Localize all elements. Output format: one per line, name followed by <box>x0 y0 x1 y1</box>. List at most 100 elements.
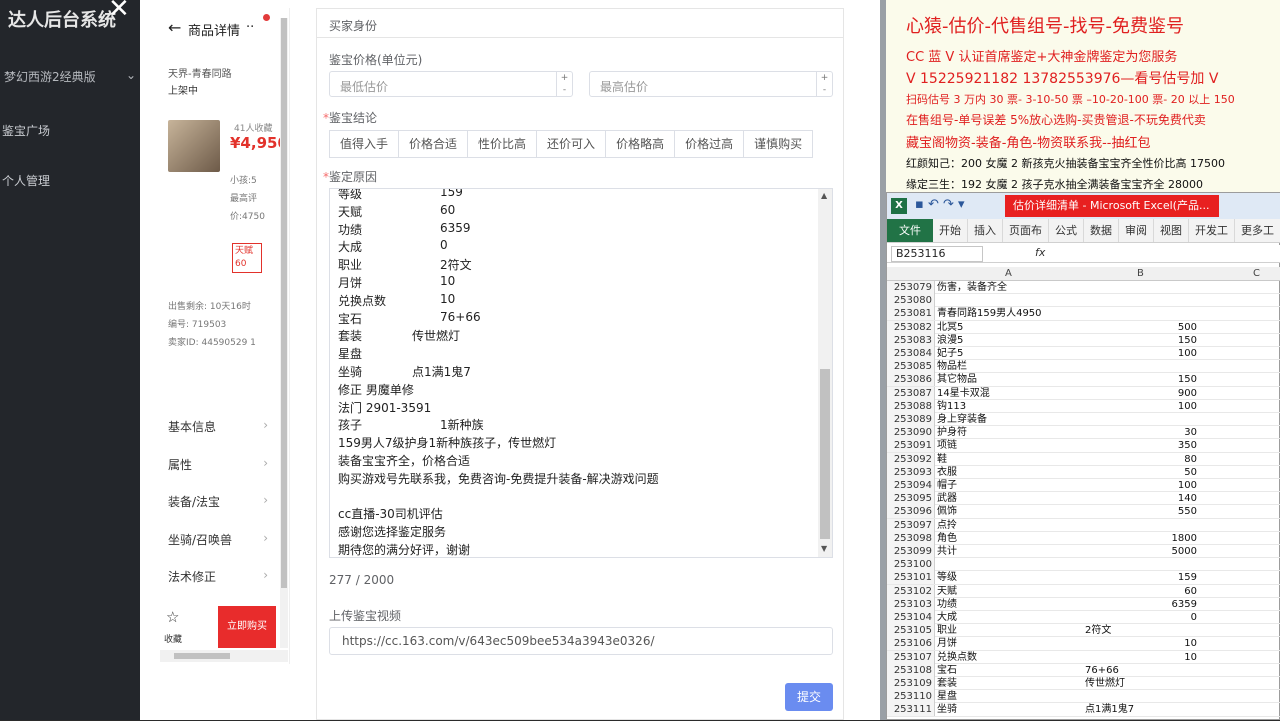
excel-window: X ▪ ↶ ↷ ▾ 估价详细清单 - Microsoft Excel(产品...… <box>886 192 1280 720</box>
cell-a: 身上穿装备 <box>937 414 987 425</box>
submit-button[interactable]: 提交 <box>785 683 833 711</box>
sheet-row[interactable]: 253104 大成 0 <box>887 611 1280 625</box>
more-icon[interactable]: ·· <box>246 20 254 35</box>
column-header-b[interactable]: B <box>1137 268 1144 279</box>
menu-spell-correction[interactable]: 法术修正 › <box>168 568 268 585</box>
sheet-row[interactable]: 253084 妃子5 100 <box>887 347 1280 361</box>
ribbon-tab[interactable]: 视图 <box>1154 219 1189 242</box>
sheet-row[interactable]: 253085 物品栏 <box>887 360 1280 374</box>
ribbon-tab[interactable]: 公式 <box>1049 219 1084 242</box>
name-box[interactable]: B253116 <box>891 246 983 262</box>
option-negotiable[interactable]: 还价可入 <box>537 131 607 157</box>
reason-line: 兑换点数 <box>338 293 387 308</box>
stepper-icon[interactable]: + - <box>556 72 572 96</box>
sheet-row[interactable]: 253082 北冥5 500 <box>887 320 1280 334</box>
close-icon[interactable]: ✕ <box>108 0 130 24</box>
cell-b-text: 76+66 <box>1085 664 1119 676</box>
row-number: 253096 <box>887 505 935 519</box>
ribbon-tab[interactable]: 数据 <box>1084 219 1119 242</box>
fx-icon[interactable]: fx <box>1035 246 1045 259</box>
sheet-row[interactable]: 253091 项链 350 <box>887 439 1280 453</box>
cell-b: 80 <box>1184 453 1197 465</box>
sheet-row[interactable]: 253097 点拎 <box>887 518 1280 532</box>
sheet-row[interactable]: 253079 伤害，装备齐全 <box>887 281 1280 295</box>
ribbon-tab[interactable]: 审阅 <box>1119 219 1154 242</box>
row-number: 253111 <box>887 703 935 717</box>
sheet-row[interactable]: 253108 宝石 76+66 <box>887 663 1280 677</box>
video-url-input[interactable]: https://cc.163.com/v/643ec509bee534a3943… <box>329 627 833 655</box>
nav-item-personal-management[interactable]: 个人管理 <box>2 172 50 189</box>
sheet-row[interactable]: 253100 <box>887 558 1280 572</box>
sheet-row[interactable]: 253109 套装 传世燃灯 <box>887 677 1280 691</box>
max-price-input[interactable]: 最高估价 + - <box>589 71 833 97</box>
sheet-row[interactable]: 253103 功绩 6359 <box>887 597 1280 611</box>
star-icon[interactable]: ☆ <box>166 608 179 626</box>
version-select[interactable]: 梦幻西游2经典版 ⌄ <box>0 68 140 96</box>
ribbon-tab[interactable]: 更多工 <box>1235 219 1280 242</box>
sheet-row[interactable]: 253083 浪漫5 150 <box>887 333 1280 347</box>
sheet-row[interactable]: 253099 共计 5000 <box>887 545 1280 559</box>
ribbon-tab[interactable]: 开始 <box>933 219 968 242</box>
row-number: 253094 <box>887 479 935 492</box>
file-tab[interactable]: 文件 <box>887 219 933 242</box>
nav-item-appraisal-square[interactable]: 鉴宝广场 <box>2 122 50 139</box>
stepper-icon[interactable]: + - <box>816 72 832 96</box>
sheet-row[interactable]: 253106 月饼 10 <box>887 637 1280 651</box>
ribbon-tab[interactable]: 插入 <box>968 219 1003 242</box>
row-number: 253097 <box>887 518 935 532</box>
buy-now-button[interactable]: 立即购买 <box>218 606 276 648</box>
sheet-row[interactable]: 253098 角色 1800 <box>887 531 1280 545</box>
scroll-up-icon[interactable]: ▲ <box>821 191 827 200</box>
scroll-down-icon[interactable]: ▼ <box>821 544 827 553</box>
ribbon-tab[interactable]: 页面布 <box>1003 219 1049 242</box>
sheet-row[interactable]: 253095 武器 140 <box>887 492 1280 506</box>
sheet-row[interactable]: 253102 天赋 60 <box>887 584 1280 598</box>
sheet-grid[interactable]: 253079 伤害，装备齐全 253080 253081 青春同路159男人4950 25… <box>887 281 1280 721</box>
sheet-row[interactable]: 253088 钩113 100 <box>887 399 1280 413</box>
option-slightly-high[interactable]: 价格略高 <box>606 131 676 157</box>
option-worth-buying[interactable]: 值得入手 <box>330 131 400 157</box>
menu-basic-info[interactable]: 基本信息 › <box>168 418 268 435</box>
sheet-row[interactable]: 253093 衣服 50 <box>887 465 1280 479</box>
sale-remaining-value: 10天16时 <box>209 302 251 312</box>
column-header-a[interactable]: A <box>1005 268 1012 279</box>
quick-access-icons[interactable]: ▪ ↶ ↷ ▾ <box>915 197 965 212</box>
vertical-scrollbar[interactable] <box>280 18 288 648</box>
appraisal-form: 买家身份 鉴宝价格(单位元) 最低估价 + - 最高估价 + - *鉴宝结论 值得入手 … <box>316 8 844 720</box>
menu-mount-summon[interactable]: 坐骑/召唤兽 › <box>168 531 268 548</box>
menu-attributes[interactable]: 属性 › <box>168 456 268 473</box>
cell-b: 60 <box>1184 585 1197 597</box>
textarea-scrollbar[interactable]: ▲ ▼ <box>818 189 832 557</box>
sheet-row[interactable]: 253101 等级 159 <box>887 571 1280 585</box>
row-number: 253092 <box>887 452 935 466</box>
sheet-row[interactable]: 253090 护身符 30 <box>887 426 1280 440</box>
menu-equipment[interactable]: 装备/法宝 › <box>168 493 268 510</box>
option-too-high[interactable]: 价格过高 <box>675 131 745 157</box>
ribbon-tab[interactable]: 开发工 <box>1189 219 1235 242</box>
horizontal-scrollbar[interactable] <box>160 650 288 662</box>
sheet-row[interactable]: 253094 帽子 100 <box>887 479 1280 493</box>
sheet-row[interactable]: 253096 佩饰 550 <box>887 505 1280 519</box>
sheet-row[interactable]: 253089 身上穿装备 <box>887 413 1280 427</box>
sheet-row[interactable]: 253111 坐骑 点1满1鬼7 <box>887 703 1280 717</box>
column-header-c[interactable]: C <box>1253 268 1260 279</box>
sheet-row[interactable]: 253092 鞋 80 <box>887 452 1280 466</box>
sheet-row[interactable]: 253086 其它物品 150 <box>887 373 1280 387</box>
sheet-row[interactable]: 253081 青春同路159男人4950 <box>887 307 1280 321</box>
min-price-input[interactable]: 最低估价 + - <box>329 71 573 97</box>
reason-textarea[interactable]: 等级 159 天赋 60 功绩 6359 大成 0 职业 2符文 月饼 10 兑换点数 10 宝石 76+66… <box>329 188 833 558</box>
promo-line: 扫码估号 3 万内 30 票- 3-10-50 票 –10-20-100 票- … <box>906 93 1235 106</box>
sheet-row[interactable]: 253105 职业 2符文 <box>887 624 1280 638</box>
row-number: 253106 <box>887 637 935 651</box>
cell-b: 100 <box>1177 348 1197 359</box>
option-fair-price[interactable]: 价格合适 <box>399 131 469 157</box>
option-good-value[interactable]: 性价比高 <box>468 131 538 157</box>
sheet-row[interactable]: 253107 兑换点数 10 <box>887 650 1280 664</box>
back-arrow-icon[interactable]: ← <box>168 18 181 37</box>
sheet-row[interactable]: 253110 星盘 <box>887 690 1280 704</box>
favorite-label: 收藏 <box>164 635 183 645</box>
reason-line: 修正 男魔单修 <box>338 382 414 397</box>
sheet-row[interactable]: 253080 <box>887 294 1280 308</box>
sheet-row[interactable]: 253087 14星卡双混 900 <box>887 386 1280 400</box>
option-cautious[interactable]: 谨慎购买 <box>744 131 812 157</box>
